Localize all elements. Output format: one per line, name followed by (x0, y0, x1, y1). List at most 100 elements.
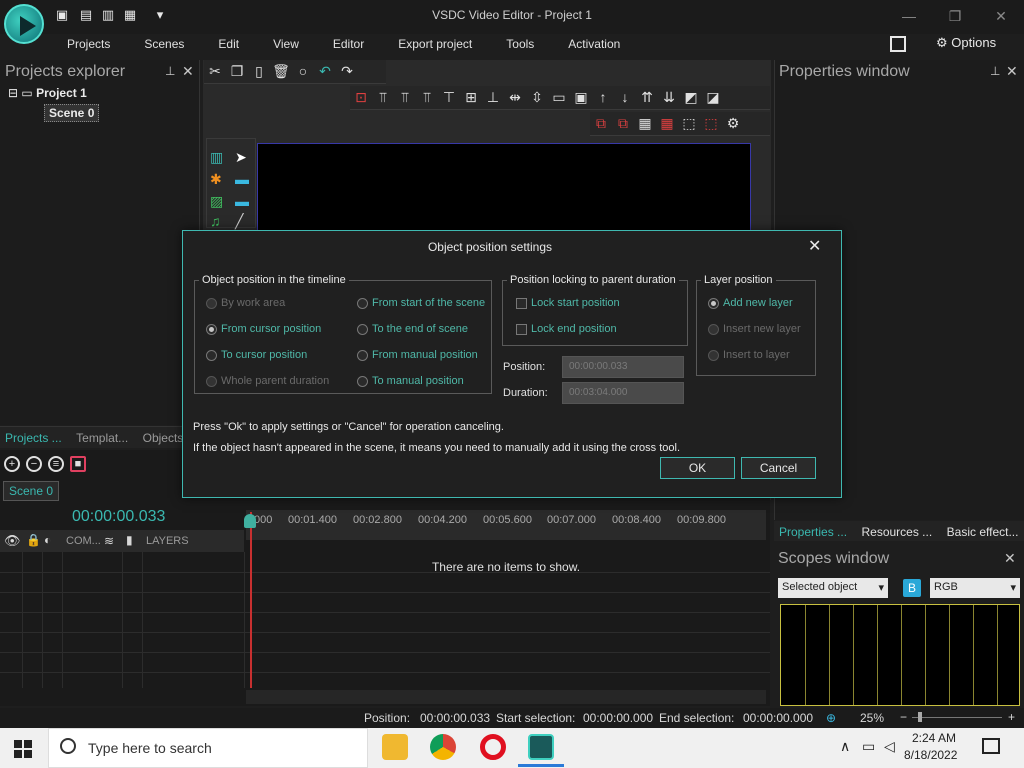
cancel-button[interactable]: Cancel (741, 457, 816, 479)
tab-objects[interactable]: Objects (138, 427, 189, 449)
vsdc-taskbar-icon[interactable] (528, 734, 554, 760)
close-panel-icon[interactable]: ✕ (182, 63, 194, 80)
radio-insert-to-layer[interactable]: Insert to layer (708, 349, 790, 361)
move-top-icon[interactable]: ⇈ (638, 88, 656, 106)
notification-icon[interactable] (982, 738, 1000, 754)
lock-end-checkbox[interactable]: Lock end position (516, 323, 617, 335)
distribute-v-icon[interactable]: ⇳ (528, 88, 546, 106)
scope-source-select[interactable]: Selected object ▾ (778, 578, 888, 598)
position-input[interactable]: 00:00:00.033 (562, 356, 684, 378)
radio-from-manual-position[interactable]: From manual position (357, 349, 478, 361)
fit-screen-icon[interactable]: ⊕ (826, 711, 836, 725)
ungroup-icon[interactable]: ◪ (704, 88, 722, 106)
grid-icon[interactable]: ▦ (636, 114, 654, 132)
chevron-up-icon[interactable]: ∧ (840, 738, 850, 755)
align-center-icon[interactable]: ⫪ (396, 88, 414, 106)
move-up-icon[interactable]: ↑ (594, 88, 612, 106)
tab-resources[interactable]: Resources ... (856, 521, 937, 543)
menu-projects[interactable]: Projects (50, 34, 127, 56)
audio-tool-icon[interactable]: ♫ (210, 213, 221, 229)
tab-properties[interactable]: Properties ... (774, 521, 852, 543)
fit-height-icon[interactable]: ▣ (572, 88, 590, 106)
cut-icon[interactable]: ✂ (206, 62, 224, 80)
sprite-tool-icon[interactable]: ✱ (210, 171, 222, 188)
select-all-icon[interactable]: ⊡ (352, 88, 370, 106)
minimize-button[interactable]: — (894, 6, 924, 26)
safe-area-icon[interactable]: ⬚ (702, 114, 720, 132)
subtitle-tool-icon[interactable]: ▬ (235, 193, 249, 209)
timeline-scene-tab[interactable]: Scene 0 (3, 481, 60, 501)
timeline-ruler[interactable]: 000 00:01.400 00:02.800 00:04.200 00:05.… (246, 510, 766, 540)
clock-date[interactable]: 8/18/2022 (904, 748, 957, 762)
radio-whole-parent-duration[interactable]: Whole parent duration (206, 375, 329, 387)
duration-input[interactable]: 00:03:04.000 (562, 382, 684, 404)
zoom-slider-track[interactable] (912, 717, 1002, 718)
scene-canvas[interactable] (257, 143, 751, 233)
film-icon[interactable]: ≡ (48, 456, 64, 472)
radio-add-new-layer[interactable]: Add new layer (708, 297, 793, 309)
menu-editor[interactable]: Editor (316, 34, 381, 56)
redo-icon[interactable]: ↷ (338, 62, 356, 80)
close-properties-icon[interactable]: ✕ (1006, 63, 1018, 80)
align-top-icon[interactable]: ⊤ (440, 88, 458, 106)
timeline-horizontal-scrollbar[interactable] (246, 690, 766, 704)
chrome-icon[interactable] (430, 734, 456, 760)
align-right-icon[interactable]: ⫪ (418, 88, 436, 106)
file-explorer-icon[interactable] (382, 734, 408, 760)
radio-from-cursor-position[interactable]: From cursor position (206, 323, 321, 335)
network-icon[interactable]: ▭ (862, 738, 875, 755)
move-down-icon[interactable]: ↓ (616, 88, 634, 106)
radio-insert-new-layer[interactable]: Insert new layer (708, 323, 801, 335)
menu-scenes[interactable]: Scenes (127, 34, 201, 56)
group-icon[interactable]: ◩ (682, 88, 700, 106)
copy-icon[interactable]: ❐ (228, 62, 246, 80)
zoom-slider-thumb[interactable] (918, 712, 922, 722)
scope-mode-select[interactable]: RGB ▾ (930, 578, 1020, 598)
tree-project-node[interactable]: ⊟ ▭ Project 1 (8, 86, 87, 100)
chart-tool-icon[interactable]: ▥ (210, 149, 223, 166)
menu-edit[interactable]: Edit (201, 34, 256, 56)
volume-icon[interactable]: ◁ (884, 738, 895, 755)
line-tool-icon[interactable]: ╱ (235, 213, 243, 230)
record-icon[interactable]: ■ (70, 456, 86, 472)
menu-activation[interactable]: Activation (551, 34, 637, 56)
radio-to-cursor-position[interactable]: To cursor position (206, 349, 307, 361)
text-tool-icon[interactable]: ▬ (235, 171, 249, 187)
close-scopes-icon[interactable]: ✕ (1004, 550, 1016, 567)
settings-gear-icon[interactable]: ⚙ (724, 114, 742, 132)
menu-export-project[interactable]: Export project (381, 34, 489, 56)
lock-start-checkbox[interactable]: Lock start position (516, 297, 620, 309)
crop-alt-icon[interactable]: ⧉ (614, 114, 632, 132)
radio-from-start-of-scene[interactable]: From start of the scene (357, 297, 485, 309)
bounds-icon[interactable]: ⬚ (680, 114, 698, 132)
tree-expand-icon[interactable]: ⊟ (8, 86, 18, 100)
menu-tools[interactable]: Tools (489, 34, 551, 56)
pin-icon[interactable]: ⊥ (165, 64, 175, 78)
distribute-h-icon[interactable]: ⇹ (506, 88, 524, 106)
radio-by-work-area[interactable]: By work area (206, 297, 285, 309)
align-left-icon[interactable]: ⫪ (374, 88, 392, 106)
radio-to-end-of-scene[interactable]: To the end of scene (357, 323, 468, 335)
paste-icon[interactable]: ▯ (250, 62, 268, 80)
move-bottom-icon[interactable]: ⇊ (660, 88, 678, 106)
delete-icon[interactable]: 🗑 (272, 62, 290, 80)
menu-view[interactable]: View (256, 34, 316, 56)
timeline-playhead[interactable] (250, 512, 252, 688)
options-button[interactable]: ⚙ Options (936, 35, 996, 51)
clock-time[interactable]: 2:24 AM (912, 731, 956, 745)
pin-properties-icon[interactable]: ⊥ (990, 64, 1000, 78)
lock-icon[interactable]: 🔒 (26, 533, 41, 547)
opera-icon[interactable] (480, 734, 506, 760)
circle-icon[interactable]: ○ (294, 62, 312, 80)
tree-scene-node[interactable]: Scene 0 (44, 104, 100, 122)
zoom-out-small-icon[interactable]: − (900, 710, 907, 724)
close-window-button[interactable]: ✕ (986, 6, 1016, 26)
snap-grid-icon[interactable]: ▦ (658, 114, 676, 132)
zoom-out-icon[interactable]: − (26, 456, 42, 472)
radio-to-manual-position[interactable]: To manual position (357, 375, 464, 387)
playhead-handle[interactable] (244, 514, 256, 528)
eye-icon[interactable]: 👁 (4, 533, 21, 549)
maximize-button[interactable]: ❐ (940, 6, 970, 26)
pointer-tool-icon[interactable]: ➤ (235, 149, 247, 166)
crop-icon[interactable]: ⧉ (592, 114, 610, 132)
